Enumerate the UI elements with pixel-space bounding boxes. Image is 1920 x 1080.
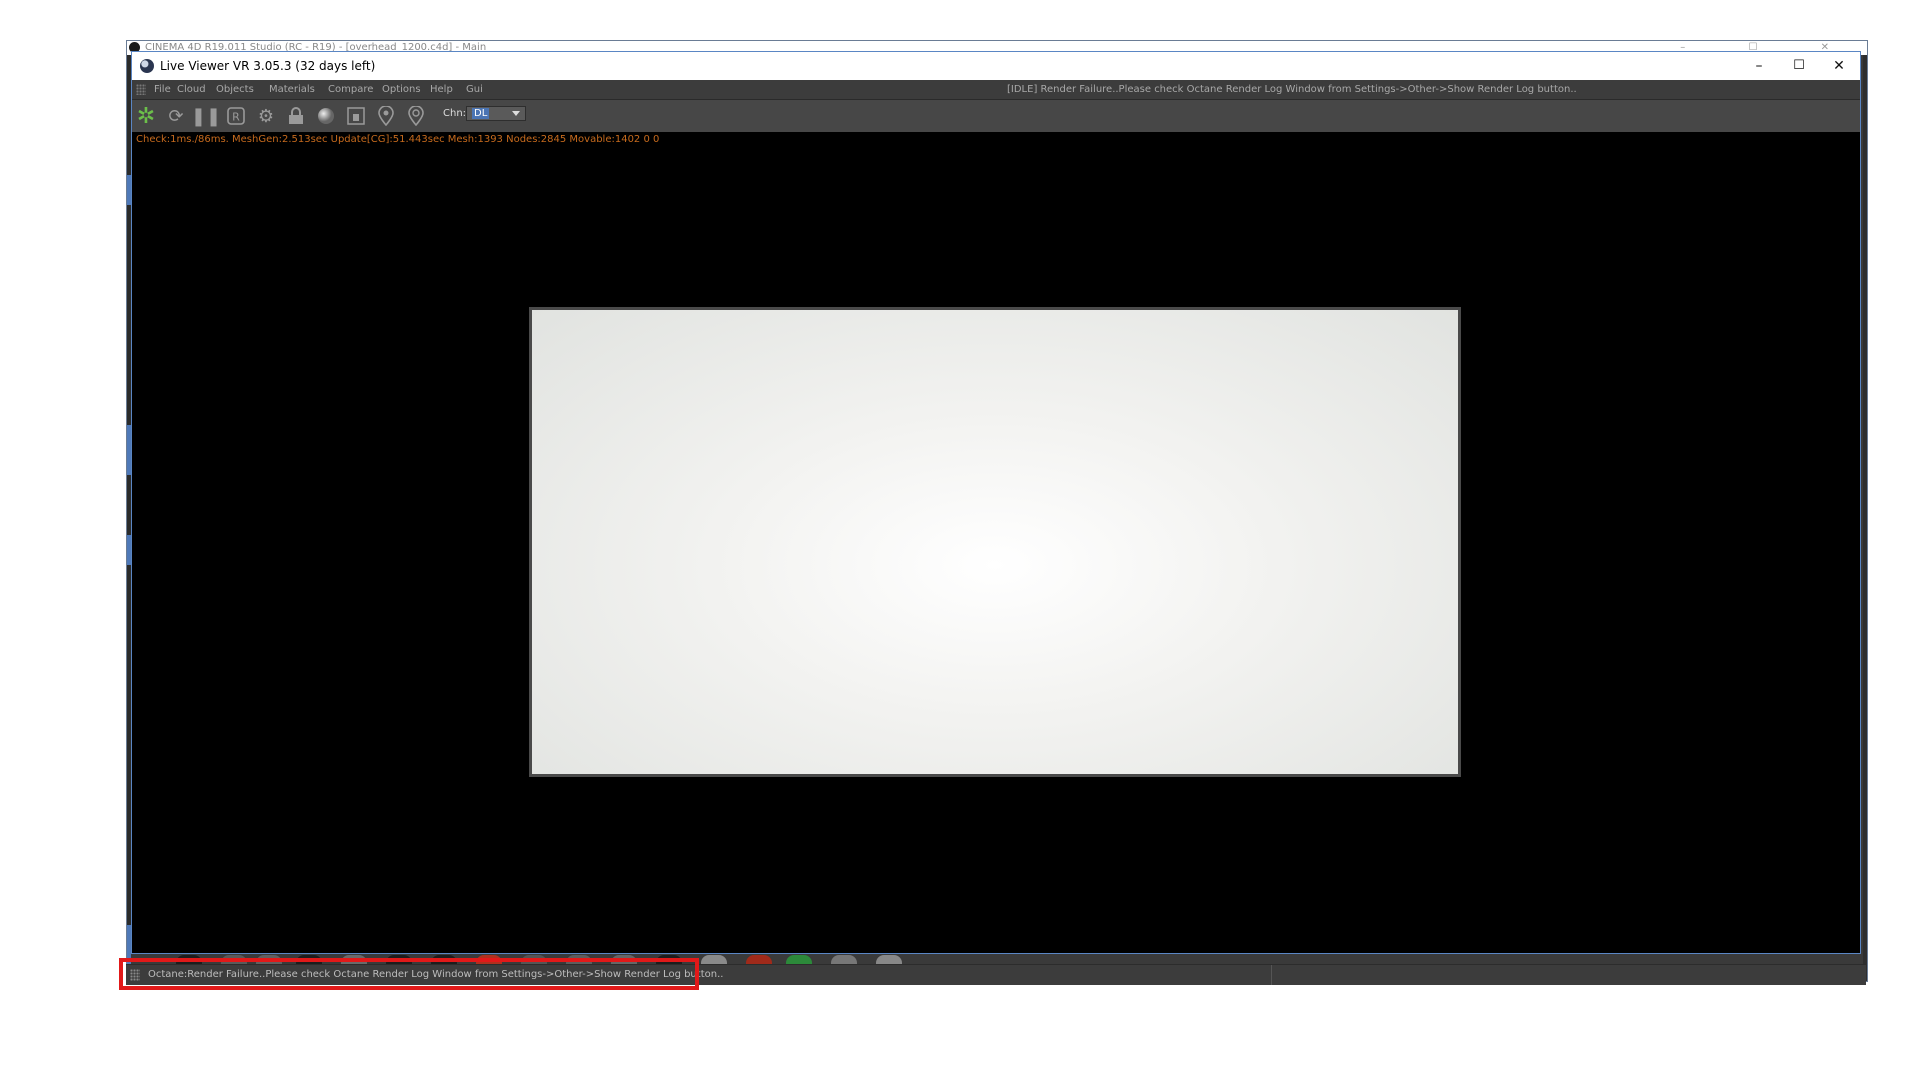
material-thumb[interactable] — [786, 955, 812, 964]
render-viewport[interactable] — [529, 307, 1461, 777]
live-viewer-toolbar: ✲ ⟳ ❚❚ R ⚙ Chn: DL — [132, 100, 1860, 132]
menu-cloud[interactable]: Cloud — [177, 80, 206, 99]
lock-icon[interactable] — [285, 105, 307, 127]
maximize-button[interactable]: ☐ — [1779, 52, 1819, 80]
menu-objects[interactable]: Objects — [216, 80, 254, 99]
status-divider — [1271, 965, 1272, 985]
refresh-icon[interactable]: ⟳ — [165, 105, 187, 127]
material-thumb[interactable] — [876, 955, 902, 964]
settings-gear-icon[interactable]: ⚙ — [255, 105, 277, 127]
chevron-down-icon — [512, 111, 520, 116]
menu-gui[interactable]: Gui — [466, 80, 483, 99]
menu-options[interactable]: Options — [382, 80, 421, 99]
clay-mode-icon[interactable] — [345, 105, 367, 127]
svg-text:R: R — [232, 111, 240, 124]
live-viewer-title: Live Viewer VR 3.05.3 (32 days left) — [160, 59, 376, 73]
pause-icon[interactable]: ❚❚ — [191, 105, 221, 127]
annotation-highlight-box — [119, 958, 699, 990]
minimize-button[interactable]: – — [1739, 52, 1779, 80]
menubar-grip-icon[interactable] — [136, 84, 146, 95]
cinema4d-right-panel-edge — [1863, 55, 1867, 981]
material-thumb[interactable] — [746, 955, 772, 964]
menu-compare[interactable]: Compare — [328, 80, 373, 99]
material-ball-icon[interactable] — [315, 105, 337, 127]
menu-materials[interactable]: Materials — [269, 80, 315, 99]
close-button[interactable]: ✕ — [1819, 52, 1859, 80]
channel-dropdown[interactable]: DL — [466, 106, 526, 121]
region-render-icon[interactable]: R — [225, 105, 247, 127]
menu-help[interactable]: Help — [430, 80, 453, 99]
material-thumb[interactable] — [831, 955, 857, 964]
menu-file[interactable]: File — [154, 80, 171, 99]
render-status-message: [IDLE] Render Failure..Please check Octa… — [1007, 84, 1577, 95]
channel-dropdown-value: DL — [472, 108, 490, 119]
octane-eye-logo-icon — [140, 59, 154, 73]
channel-label: Chn: — [443, 108, 467, 119]
render-stats-line: Check:1ms./86ms. MeshGen:2.513sec Update… — [136, 134, 660, 145]
pick-material-icon[interactable] — [405, 105, 427, 127]
material-thumb[interactable] — [701, 955, 727, 964]
live-viewer-menubar: File Cloud Objects Materials Compare Opt… — [132, 80, 1860, 100]
live-viewer-titlebar[interactable]: Live Viewer VR 3.05.3 (32 days left) – ☐… — [132, 52, 1860, 80]
pick-focus-icon[interactable] — [375, 105, 397, 127]
octane-logo-icon[interactable]: ✲ — [135, 104, 157, 129]
live-viewer-window: Live Viewer VR 3.05.3 (32 days left) – ☐… — [131, 51, 1861, 954]
